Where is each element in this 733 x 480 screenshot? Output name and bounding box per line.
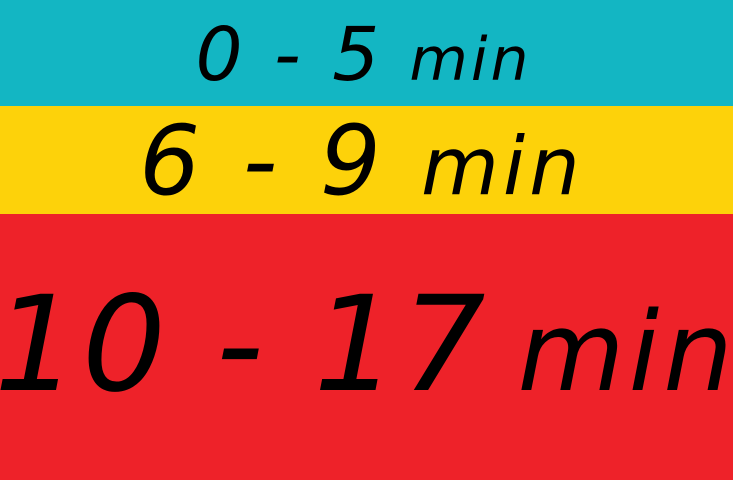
travel-time-legend: 0 - 5 min 6 - 9 min 10 - 17 min [0,0,733,480]
legend-band-label: 10 - 17 min [0,279,733,411]
legend-band-0-5-min: 0 - 5 min [0,0,733,106]
legend-band-range: 6 - 9 [139,106,387,214]
legend-band-label: 6 - 9 min [139,113,584,209]
legend-band-label: 0 - 5 min [195,18,531,92]
legend-band-unit: min [517,288,733,416]
legend-band-range: 0 - 5 [195,12,384,98]
legend-band-unit: min [420,120,584,213]
legend-band-unit: min [409,25,532,95]
legend-band-6-9-min: 6 - 9 min [0,106,733,214]
legend-band-10-17-min: 10 - 17 min [0,214,733,480]
legend-band-range: 10 - 17 [0,268,490,422]
